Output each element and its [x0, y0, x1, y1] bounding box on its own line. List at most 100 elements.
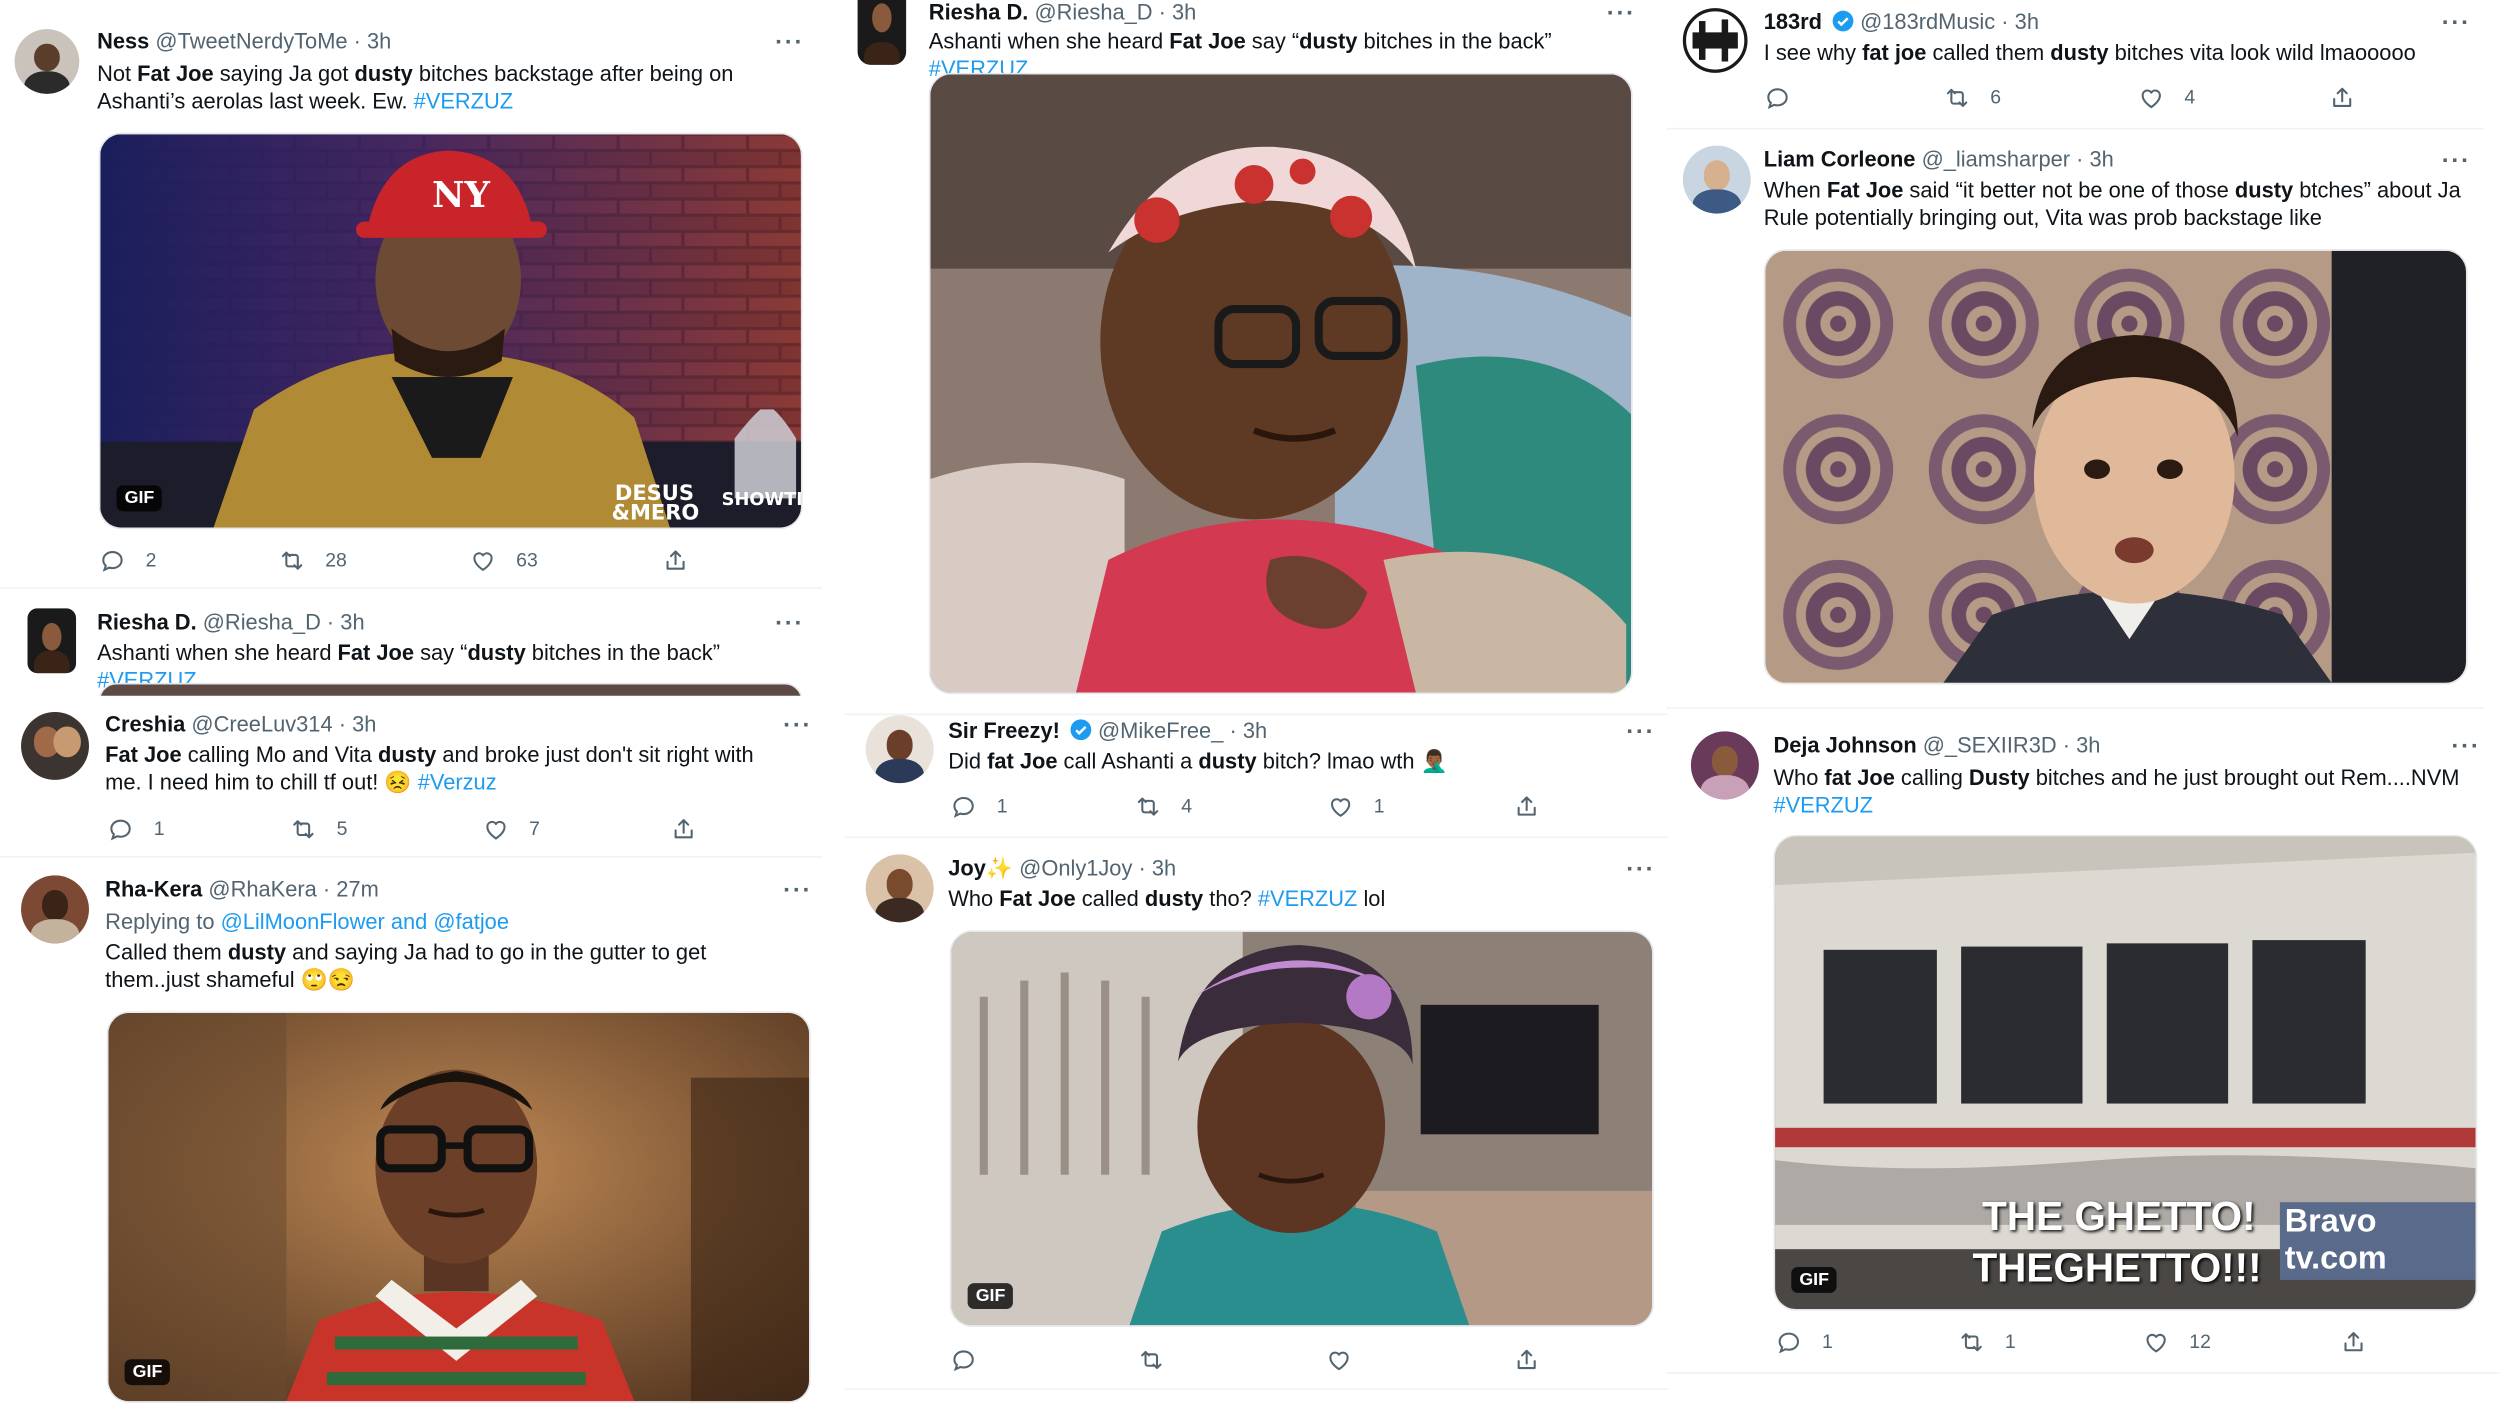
retweet-button[interactable]: [1138, 1345, 1166, 1374]
retweet-button[interactable]: 28: [278, 545, 347, 574]
avatar[interactable]: [14, 29, 80, 94]
author-name[interactable]: 183rd: [1764, 10, 1822, 34]
more-options-icon[interactable]: ···: [1607, 2, 1636, 26]
reply-button[interactable]: 2: [99, 545, 156, 574]
timestamp[interactable]: 3h: [367, 29, 391, 53]
reply-button[interactable]: 1: [950, 791, 1008, 820]
avatar[interactable]: [865, 715, 934, 784]
more-options-icon[interactable]: ···: [775, 612, 804, 636]
share-button[interactable]: [2328, 83, 2356, 112]
tweet-deja[interactable]: Deja Johnson @_SEXIIR3D · 3h ··· Who fat…: [1667, 709, 2500, 1376]
avatar[interactable]: [21, 875, 89, 944]
tweet-183rd[interactable]: 183rd @183rdMusic · 3h ··· I see why fat…: [1667, 0, 2484, 126]
gif-media[interactable]: [1763, 249, 2468, 685]
like-button[interactable]: 12: [2142, 1327, 2211, 1356]
share-button[interactable]: [2340, 1327, 2368, 1356]
retweet-button[interactable]: 4: [1134, 791, 1192, 820]
author-name[interactable]: Riesha D.: [929, 0, 1029, 24]
timestamp[interactable]: 3h: [2076, 733, 2100, 757]
more-options-icon[interactable]: ···: [775, 31, 804, 55]
avatar[interactable]: [857, 0, 907, 65]
author-handle[interactable]: @RhaKera: [208, 877, 316, 901]
gif-media[interactable]: GIF: [949, 930, 1654, 1327]
media-peek[interactable]: [98, 682, 803, 696]
author-name[interactable]: Rha-Kera: [105, 877, 202, 901]
tweet-ness[interactable]: Ness @TweetNerdyToMe · 3h ··· Not Fat Jo…: [0, 0, 822, 586]
timestamp[interactable]: 3h: [352, 712, 376, 736]
avatar[interactable]: [27, 608, 77, 674]
author-handle[interactable]: @_SEXIIR3D: [1923, 733, 2057, 757]
tweet-riesha-gif[interactable]: Riesha D. @Riesha_D · 3h ··· Ashanti whe…: [838, 0, 1668, 712]
gif-media[interactable]: [928, 72, 1633, 695]
tweet-liam[interactable]: Liam Corleone @_liamsharper · 3h ··· Whe…: [1667, 129, 2484, 705]
retweet-button[interactable]: 5: [290, 814, 347, 843]
action-bar: 1 4 1: [950, 791, 1565, 820]
author-handle[interactable]: @183rdMusic: [1860, 10, 1995, 34]
author-handle[interactable]: @Riesha_D: [203, 610, 321, 634]
share-button[interactable]: [1513, 1345, 1541, 1374]
network-logo: SHOWTIME: [722, 489, 801, 510]
hashtag-link[interactable]: #Verzuz: [418, 770, 497, 794]
more-options-icon[interactable]: ···: [2451, 735, 2480, 759]
hashtag-link[interactable]: #VERZUZ: [1773, 793, 1873, 817]
author-name[interactable]: Ness: [97, 29, 149, 53]
like-button[interactable]: 1: [1327, 791, 1385, 820]
bold-text: Fat Joe: [137, 61, 214, 86]
more-options-icon[interactable]: ···: [783, 714, 812, 738]
avatar[interactable]: [1682, 145, 1751, 214]
text-segment: bitches and he just brought out Rem....N…: [2029, 765, 2460, 790]
timestamp[interactable]: 3h: [2089, 147, 2113, 171]
hashtag-link[interactable]: #VERZUZ: [1258, 887, 1358, 911]
author-handle[interactable]: @_liamsharper: [1922, 147, 2070, 171]
timestamp[interactable]: 27m: [336, 877, 379, 901]
gif-media[interactable]: THE GHETTO! THEGHETTO!!! Bravo tv.com GI…: [1773, 834, 2478, 1311]
avatar[interactable]: [1682, 8, 1748, 73]
like-button[interactable]: [1325, 1345, 1353, 1374]
timestamp[interactable]: 3h: [1152, 856, 1176, 880]
reply-button[interactable]: 1: [107, 814, 165, 843]
avatar[interactable]: [865, 854, 934, 923]
author-name[interactable]: Joy✨: [948, 856, 1013, 880]
more-options-icon[interactable]: ···: [2442, 149, 2471, 173]
author-name[interactable]: Deja Johnson: [1773, 733, 1916, 757]
tweet-rhakera[interactable]: Rha-Kera @RhaKera · 27m ··· Replying to …: [0, 858, 822, 1426]
tweet-joy[interactable]: Joy✨ @Only1Joy · 3h ··· Who Fat Joe call…: [845, 838, 1669, 1388]
author-name[interactable]: Riesha D.: [97, 610, 197, 634]
retweet-button[interactable]: 6: [1943, 83, 2001, 112]
hashtag-link[interactable]: #VERZUZ: [414, 89, 514, 113]
author-handle[interactable]: @MikeFree_: [1098, 718, 1223, 742]
like-button[interactable]: 63: [469, 545, 538, 574]
more-options-icon[interactable]: ···: [1626, 858, 1655, 882]
timestamp[interactable]: 3h: [2015, 10, 2039, 34]
more-options-icon[interactable]: ···: [783, 879, 812, 903]
share-button[interactable]: [670, 814, 698, 843]
like-button[interactable]: 4: [2138, 83, 2195, 112]
reply-button[interactable]: [950, 1345, 978, 1374]
like-button[interactable]: 7: [482, 814, 540, 843]
share-button[interactable]: [662, 545, 690, 574]
avatar[interactable]: [21, 711, 89, 780]
tweet-creshia[interactable]: Creshia @CreeLuv314 · 3h ··· Fat Joe cal…: [0, 696, 822, 855]
reply-button[interactable]: 1: [1775, 1327, 1833, 1356]
timestamp[interactable]: 3h: [1172, 0, 1196, 24]
reply-button[interactable]: [1764, 83, 1792, 112]
tweet-riesha[interactable]: Riesha D. @Riesha_D · 3h ··· Ashanti whe…: [0, 589, 822, 696]
tweet-sirfreezy[interactable]: Sir Freezy! @MikeFree_ · 3h ··· Did fat …: [845, 715, 1669, 835]
author-handle[interactable]: @Riesha_D: [1034, 0, 1152, 24]
gif-media[interactable]: GIF: [106, 1011, 811, 1403]
gif-media[interactable]: NY DESUS &MERO SHOWTIME GIF: [98, 132, 803, 530]
more-options-icon[interactable]: ···: [2442, 11, 2471, 35]
author-name[interactable]: Liam Corleone: [1764, 147, 1916, 171]
more-options-icon[interactable]: ···: [1626, 720, 1655, 744]
author-handle[interactable]: @CreeLuv314: [191, 712, 332, 736]
author-handle[interactable]: @TweetNerdyToMe: [155, 29, 347, 53]
reply-users-link[interactable]: @LilMoonFlower and @fatjoe: [221, 909, 509, 933]
author-name[interactable]: Sir Freezy!: [948, 718, 1060, 742]
retweet-button[interactable]: 1: [1958, 1327, 2016, 1356]
author-handle[interactable]: @Only1Joy: [1019, 856, 1132, 880]
avatar[interactable]: [1690, 731, 1759, 800]
timestamp[interactable]: 3h: [1243, 718, 1267, 742]
timestamp[interactable]: 3h: [340, 610, 364, 634]
share-button[interactable]: [1513, 791, 1541, 820]
author-name[interactable]: Creshia: [105, 712, 185, 736]
